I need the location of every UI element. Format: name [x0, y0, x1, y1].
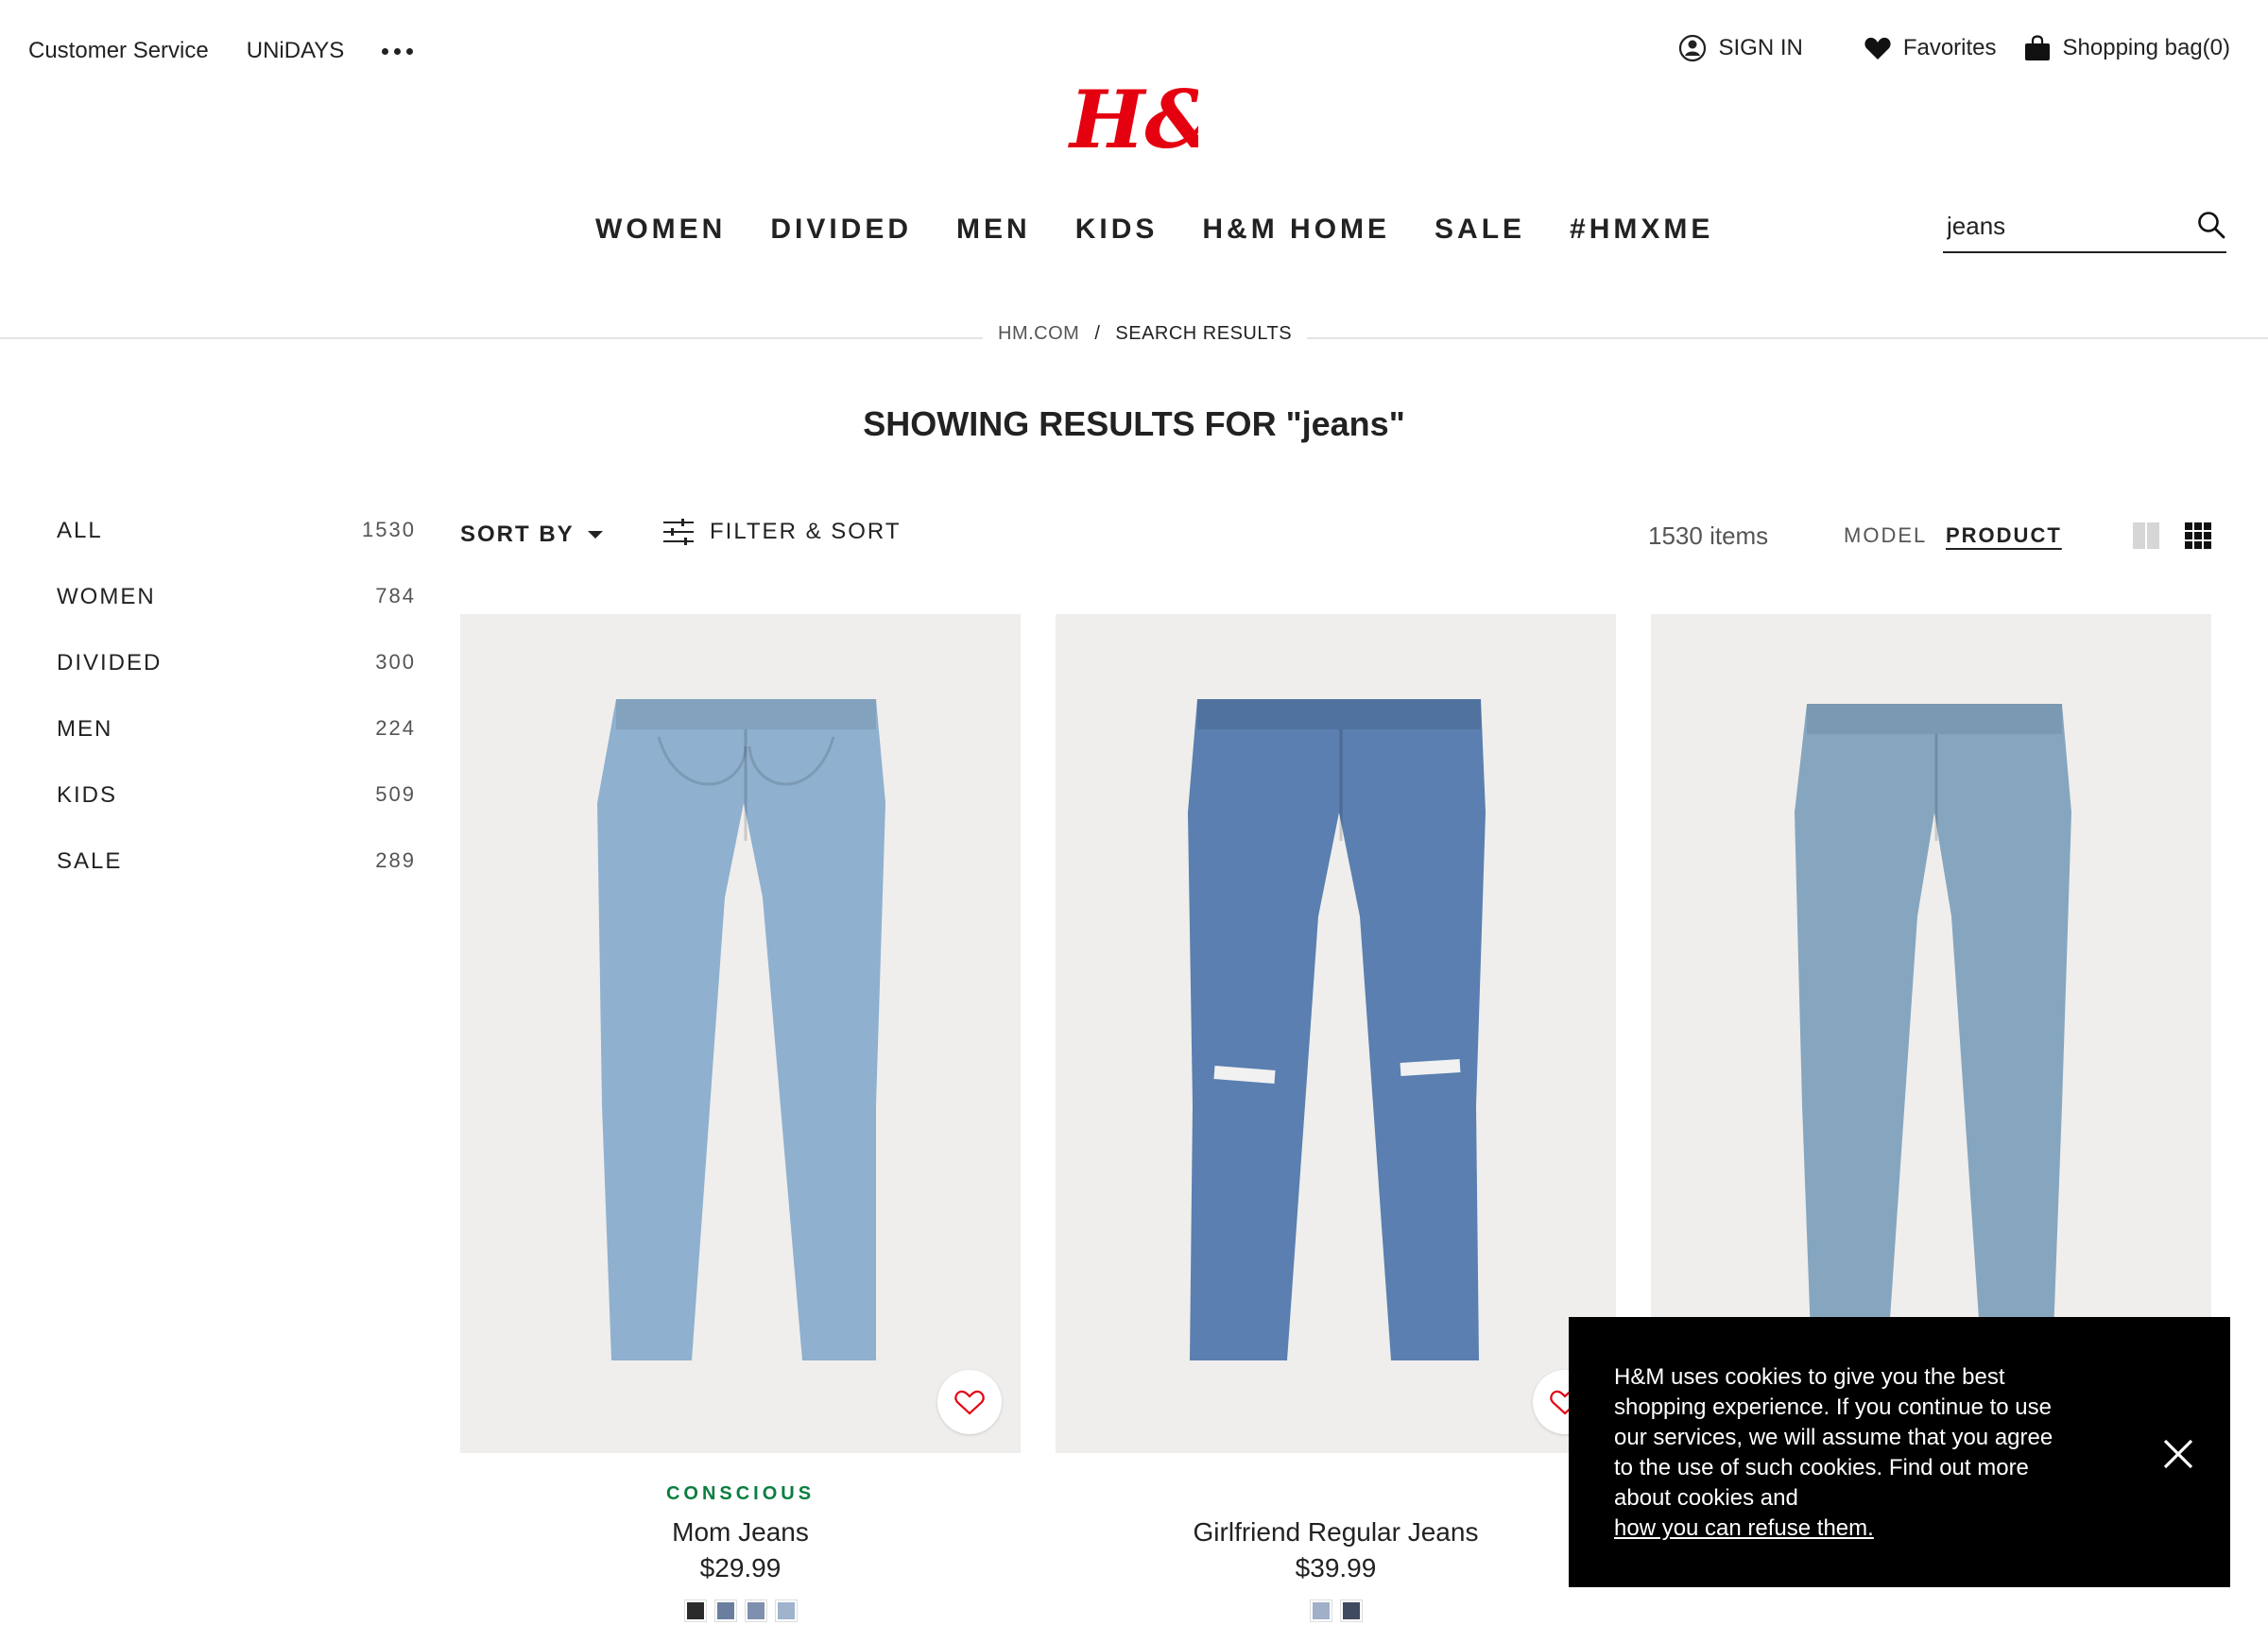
color-swatch[interactable] [683, 1599, 707, 1622]
breadcrumb-separator: / [1094, 323, 1101, 344]
page-title: SHOWING RESULTS FOR "jeans" [863, 404, 1405, 443]
customer-service-link[interactable]: Customer Service [28, 38, 209, 64]
filter-sort-label: FILTER & SORT [710, 519, 902, 544]
product-name[interactable]: Mom Jeans [460, 1517, 1021, 1548]
cookie-text: H&M uses cookies to give you the best sh… [1614, 1364, 2053, 1511]
category-label: DIVIDED [57, 650, 163, 676]
search-icon[interactable] [2196, 210, 2226, 240]
jeans-shape [1188, 699, 1486, 1360]
category-label: KIDS [57, 782, 118, 808]
jeans-shape [597, 699, 885, 1360]
color-swatch[interactable] [1309, 1599, 1332, 1622]
add-to-favorites-button[interactable] [937, 1370, 1002, 1434]
product-image[interactable] [1056, 614, 1616, 1453]
category-count: 509 [375, 782, 416, 806]
nav-hmxme[interactable]: #HMXME [1570, 214, 1713, 246]
category-kids[interactable]: KIDS 509 [57, 782, 416, 848]
jeans-image [597, 699, 885, 1360]
breadcrumb: HM.COM / SEARCH RESULTS [983, 323, 1308, 345]
product-price: $29.99 [699, 1553, 782, 1582]
sliders-icon [663, 519, 694, 545]
caret-down-icon [587, 531, 603, 539]
results-toolbar: SORT BY FILTER & SORT 1530 items MODEL P… [460, 518, 2268, 556]
shopping-bag-icon [2024, 35, 2050, 60]
filter-sort-button[interactable]: FILTER & SORT [662, 518, 901, 546]
color-swatch[interactable] [1339, 1599, 1363, 1622]
color-swatch[interactable] [744, 1599, 767, 1622]
category-count: 224 [375, 716, 416, 740]
jeans-image [1188, 699, 1486, 1360]
item-count: 1530 items [1648, 522, 1769, 550]
color-swatches [1056, 1599, 1616, 1622]
hm-logo-text: H&M [1068, 73, 1198, 164]
heart-outline-icon [954, 1390, 985, 1415]
color-swatch[interactable] [713, 1599, 737, 1622]
utility-nav-left: Customer Service UNiDAYS [28, 38, 414, 64]
nav-divided[interactable]: DIVIDED [770, 214, 912, 246]
unidays-link[interactable]: UNiDAYS [247, 38, 345, 64]
product-name[interactable]: Girlfriend Regular Jeans [1056, 1517, 1616, 1548]
category-label: SALE [57, 848, 123, 874]
shopping-bag-label: Shopping bag(0) [2062, 35, 2230, 60]
category-filter-list: ALL 1530 WOMEN 784 DIVIDED 300 MEN 224 K… [57, 518, 416, 915]
view-product-toggle[interactable]: PRODUCT [1946, 523, 2062, 548]
nav-kids[interactable]: KIDS [1075, 214, 1159, 246]
sign-in-label: SIGN IN [1718, 35, 1803, 60]
cookie-message: H&M uses cookies to give you the best sh… [1614, 1362, 2068, 1544]
nav-men[interactable]: MEN [956, 214, 1031, 246]
grid-four-columns-icon[interactable] [2184, 522, 2212, 550]
jeans-shape [1795, 704, 2071, 1360]
product-card[interactable]: CONSCIOUS Mom Jeans $29.99 [460, 614, 1021, 1622]
view-model-toggle[interactable]: MODEL [1844, 523, 1927, 548]
favorites-label: Favorites [1902, 35, 1997, 60]
category-count: 289 [375, 848, 416, 872]
search-box [1943, 200, 2226, 253]
sort-by-dropdown[interactable]: SORT BY [460, 522, 603, 548]
category-label: WOMEN [57, 584, 156, 609]
product-card[interactable]: Girlfriend Regular Jeans $39.99 [1056, 614, 1616, 1622]
breadcrumb-current: SEARCH RESULTS [1115, 323, 1293, 344]
hm-logo[interactable]: H&M [1066, 70, 1198, 164]
main-nav: WOMEN DIVIDED MEN KIDS H&M HOME SALE #HM… [595, 214, 1713, 246]
cookie-banner: H&M uses cookies to give you the best sh… [1569, 1317, 2230, 1587]
category-label: ALL [57, 518, 103, 543]
nav-hm-home[interactable]: H&M HOME [1202, 214, 1390, 246]
utility-nav-right: SIGN IN Favorites Shopping bag(0) [1678, 34, 2230, 62]
close-icon[interactable] [2162, 1438, 2194, 1470]
product-tag [1056, 1483, 1616, 1508]
category-count: 300 [375, 650, 416, 674]
search-input[interactable] [1943, 211, 2170, 241]
nav-women[interactable]: WOMEN [595, 214, 726, 246]
category-sale[interactable]: SALE 289 [57, 848, 416, 915]
sign-in-button[interactable]: SIGN IN [1678, 34, 1803, 62]
category-count: 784 [375, 584, 416, 607]
category-women[interactable]: WOMEN 784 [57, 584, 416, 650]
nav-sale[interactable]: SALE [1435, 214, 1525, 246]
color-swatch[interactable] [774, 1599, 798, 1622]
category-count: 1530 [362, 518, 416, 541]
more-icon[interactable] [382, 47, 414, 55]
product-price: $39.99 [1295, 1553, 1377, 1582]
sort-by-label: SORT BY [460, 522, 575, 547]
conscious-tag: CONSCIOUS [665, 1483, 816, 1504]
category-divided[interactable]: DIVIDED 300 [57, 650, 416, 716]
product-image[interactable] [460, 614, 1021, 1453]
user-icon [1679, 34, 1707, 62]
category-men[interactable]: MEN 224 [57, 716, 416, 782]
heart-icon [1864, 37, 1891, 60]
cookie-refuse-link[interactable]: how you can refuse them. [1614, 1514, 2068, 1544]
shopping-bag-link[interactable]: Shopping bag(0) [2023, 35, 2230, 61]
category-all[interactable]: ALL 1530 [57, 518, 416, 584]
color-swatches [460, 1599, 1021, 1622]
breadcrumb-home[interactable]: HM.COM [998, 323, 1079, 345]
category-label: MEN [57, 716, 113, 742]
favorites-link[interactable]: Favorites [1864, 35, 1997, 61]
grid-two-columns-icon[interactable] [2132, 522, 2160, 550]
